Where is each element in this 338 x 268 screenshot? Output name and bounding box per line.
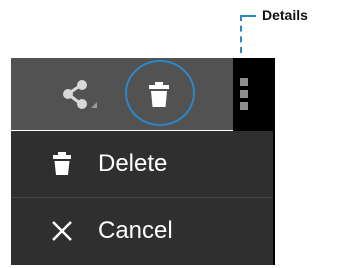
share-icon[interactable]: [61, 80, 101, 112]
action-menu: Delete Cancel: [11, 131, 273, 265]
menu-item-delete-label: Delete: [98, 150, 168, 177]
action-toolbar: [11, 58, 233, 130]
details-callout-line: [240, 15, 242, 53]
close-icon: [52, 221, 72, 241]
trash-icon: [53, 152, 71, 175]
details-callout-tick: [240, 15, 256, 17]
menu-divider: [11, 197, 273, 198]
menu-item-delete[interactable]: Delete: [11, 131, 273, 197]
menu-item-cancel-label: Cancel: [98, 217, 173, 244]
menu-item-cancel[interactable]: Cancel: [11, 198, 273, 264]
details-callout-label: Details: [262, 7, 308, 23]
delete-highlight-ring: [125, 60, 195, 126]
overflow-menu-icon[interactable]: [240, 78, 252, 112]
